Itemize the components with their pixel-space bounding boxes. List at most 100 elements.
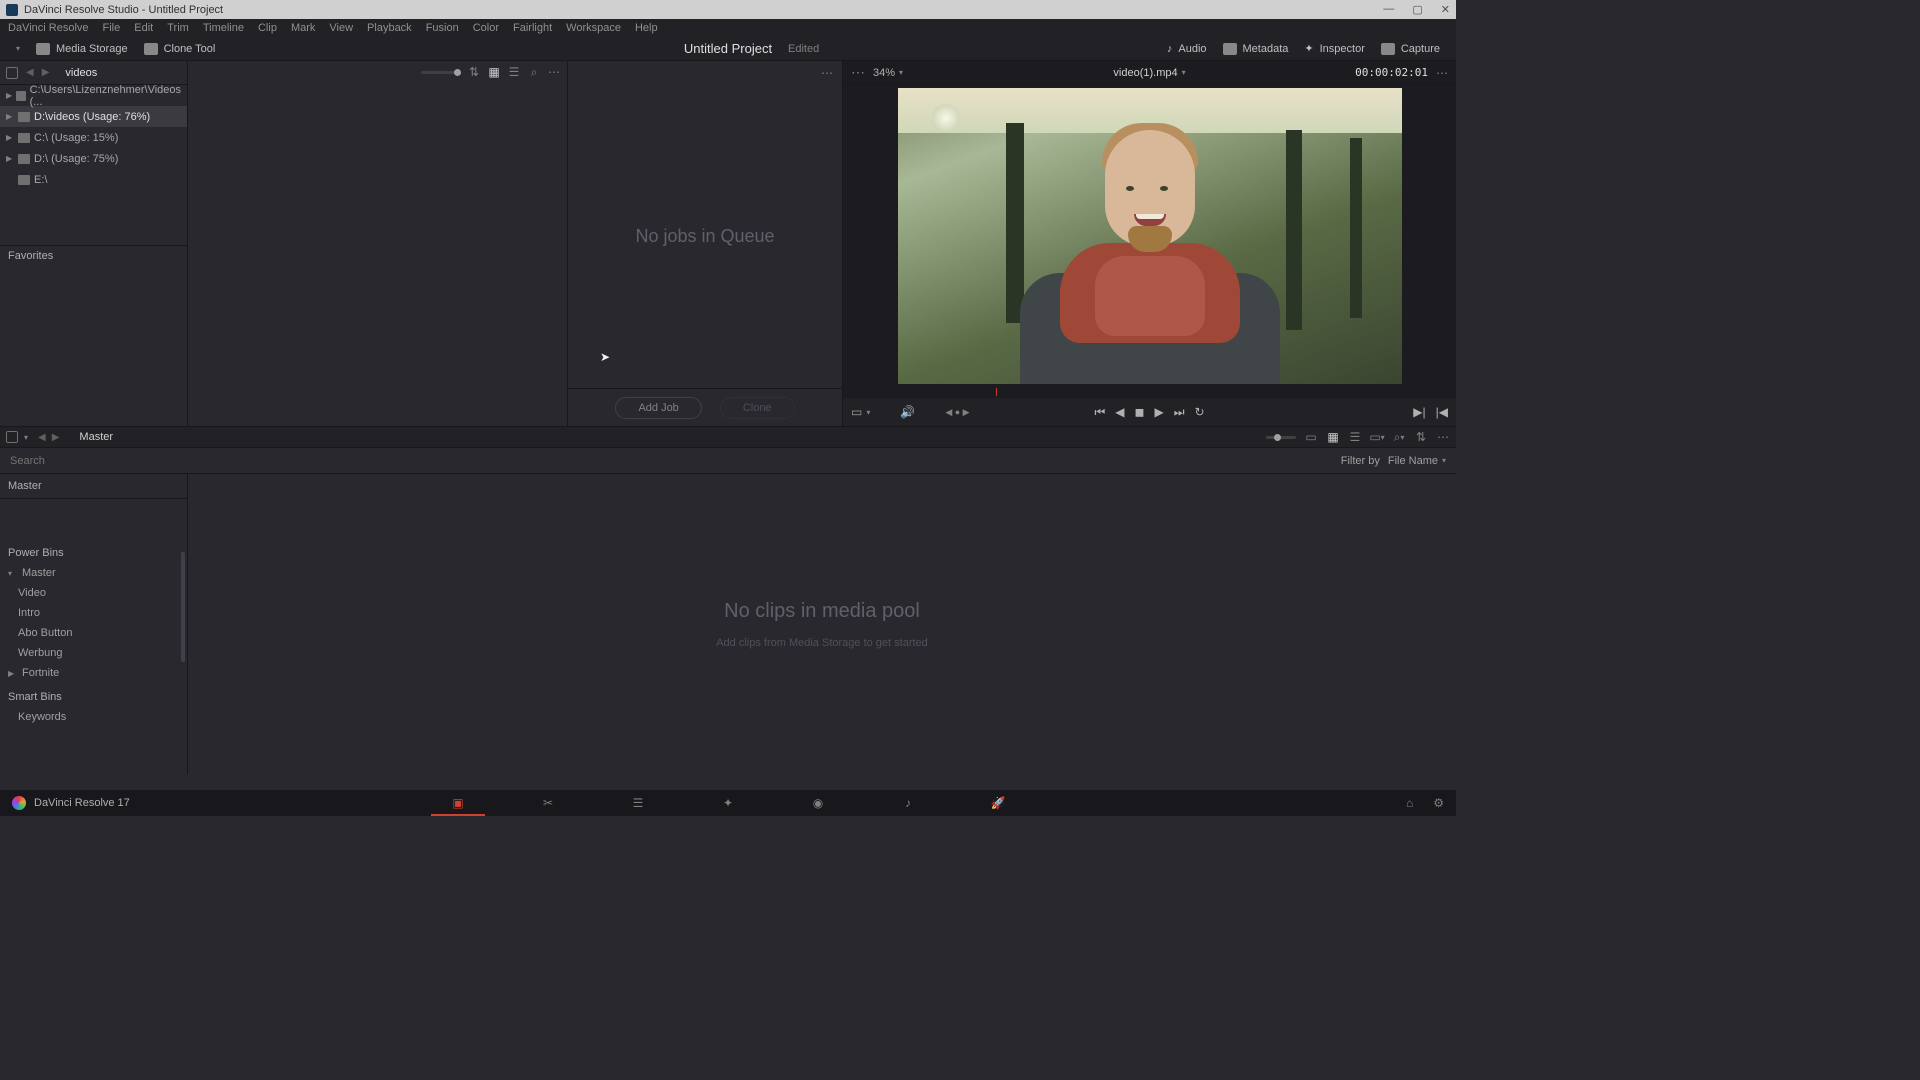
bin-row[interactable]: ▶Fortnite: [0, 663, 187, 683]
jog-control[interactable]: ◀ ● ▶: [945, 407, 969, 418]
capture-icon: [1381, 43, 1395, 55]
scrollbar[interactable]: [181, 552, 185, 662]
menu-timeline[interactable]: Timeline: [203, 22, 244, 34]
metadata-panel-button[interactable]: Metadata: [1215, 40, 1297, 57]
menu-edit[interactable]: Edit: [134, 22, 153, 34]
sort-icon[interactable]: ⇅: [467, 65, 481, 79]
mark-out-button[interactable]: |◀: [1436, 405, 1448, 419]
maximize-button[interactable]: ▢: [1412, 3, 1422, 16]
pool-search-icon[interactable]: ⌕▾: [1392, 430, 1406, 444]
pool-aspect-icon[interactable]: ▭▾: [1370, 430, 1384, 444]
bin-row[interactable]: Abo Button: [0, 623, 187, 643]
zoom-dropdown[interactable]: 34%▾: [873, 67, 903, 79]
pool-breadcrumb[interactable]: Master: [79, 431, 113, 443]
fusion-page-button[interactable]: ✦: [719, 795, 737, 811]
fairlight-page-button[interactable]: ♪: [899, 795, 917, 811]
prev-frame-button[interactable]: ◀: [1115, 405, 1124, 419]
pool-dropdown-icon[interactable]: ▾: [24, 433, 28, 442]
panel-toggle-icon[interactable]: [6, 67, 18, 79]
list-view-icon[interactable]: ☰: [507, 65, 521, 79]
menu-trim[interactable]: Trim: [167, 22, 189, 34]
clone-tool-button[interactable]: Clone Tool: [136, 41, 224, 57]
storage-item[interactable]: ▶C:\Users\Lizenznehmer\Videos (...: [0, 85, 187, 106]
minimize-button[interactable]: —: [1383, 3, 1394, 16]
volume-icon[interactable]: 🔊: [900, 405, 915, 419]
capture-panel-button[interactable]: Capture: [1373, 40, 1448, 57]
close-button[interactable]: ✕: [1441, 3, 1450, 16]
timecode-display[interactable]: 00:00:02:01: [1355, 66, 1428, 79]
edit-page-button[interactable]: ☰: [629, 795, 647, 811]
pool-search-input[interactable]: [10, 455, 1341, 467]
storage-item[interactable]: E:\: [0, 169, 187, 190]
filter-dropdown[interactable]: File Name▾: [1388, 455, 1446, 467]
pool-strip-view-icon[interactable]: ▭: [1304, 430, 1318, 444]
viewer-options-icon[interactable]: ⋯: [851, 64, 865, 81]
bin-row[interactable]: Werbung: [0, 643, 187, 663]
bin-row[interactable]: Intro: [0, 603, 187, 623]
home-button[interactable]: ⌂: [1406, 796, 1413, 810]
menu-davinci[interactable]: DaVinci Resolve: [8, 22, 89, 34]
pool-sort-icon[interactable]: ⇅: [1414, 430, 1428, 444]
clone-tool-panel: ⋯ No jobs in Queue Add Job Clone: [568, 61, 843, 426]
menu-help[interactable]: Help: [635, 22, 658, 34]
pool-back-button[interactable]: ◀: [38, 432, 46, 443]
project-settings-button[interactable]: ⚙: [1433, 796, 1444, 810]
playhead-icon[interactable]: [996, 388, 997, 396]
pool-panel-toggle[interactable]: [6, 431, 18, 443]
add-job-button[interactable]: Add Job: [615, 397, 701, 419]
pool-options-icon[interactable]: ⋯: [1436, 430, 1450, 444]
search-icon[interactable]: ⌕: [527, 65, 541, 79]
master-bin[interactable]: Master: [0, 474, 187, 499]
deliver-page-button[interactable]: 🚀: [989, 795, 1007, 811]
scrub-bar[interactable]: [843, 386, 1456, 398]
more-options-icon[interactable]: ⋯: [547, 65, 561, 79]
bin-row[interactable]: Video: [0, 583, 187, 603]
nav-forward-button[interactable]: ▶: [42, 67, 50, 78]
viewer-filename[interactable]: video(1).mp4▾: [1113, 67, 1185, 79]
menu-fusion[interactable]: Fusion: [426, 22, 459, 34]
menu-playback[interactable]: Playback: [367, 22, 412, 34]
color-page-button[interactable]: ◉: [809, 795, 827, 811]
menu-color[interactable]: Color: [473, 22, 499, 34]
storage-item[interactable]: ▶D:\videos (Usage: 76%): [0, 106, 187, 127]
menu-clip[interactable]: Clip: [258, 22, 277, 34]
pool-list-view-icon[interactable]: ☰: [1348, 430, 1362, 444]
stop-button[interactable]: ◼: [1134, 405, 1144, 419]
next-frame-button[interactable]: ⏭: [1174, 405, 1185, 420]
video-canvas[interactable]: [843, 85, 1456, 386]
clone-button[interactable]: Clone: [720, 397, 795, 419]
media-page-button[interactable]: ▣: [449, 795, 467, 811]
inspector-panel-button[interactable]: ✦Inspector: [1296, 40, 1372, 57]
loop-button[interactable]: ↻: [1195, 405, 1205, 419]
cut-page-button[interactable]: ✂: [539, 795, 557, 811]
match-frame-button[interactable]: ▭▾: [851, 405, 870, 419]
storage-item[interactable]: ▶C:\ (Usage: 15%): [0, 127, 187, 148]
nav-back-button[interactable]: ◀: [26, 67, 34, 78]
pool-thumb-slider[interactable]: [1266, 436, 1296, 439]
thumbnail-size-slider[interactable]: [421, 71, 461, 74]
grid-view-icon[interactable]: ▦: [487, 65, 501, 79]
pool-search-bar: Filter by File Name▾: [0, 448, 1456, 474]
menu-fairlight[interactable]: Fairlight: [513, 22, 552, 34]
play-button[interactable]: ▶: [1154, 405, 1163, 419]
pool-forward-button[interactable]: ▶: [52, 432, 60, 443]
menu-workspace[interactable]: Workspace: [566, 22, 621, 34]
clone-options-icon[interactable]: ⋯: [820, 66, 834, 80]
bin-row[interactable]: ▾Master: [0, 563, 187, 583]
page-navigation: DaVinci Resolve 17 ▣ ✂ ☰ ✦ ◉ ♪ 🚀 ⌂ ⚙: [0, 790, 1456, 816]
storage-item[interactable]: ▶D:\ (Usage: 75%): [0, 148, 187, 169]
transport-controls: ▭▾ 🔊 ◀ ● ▶ ⏮ ◀ ◼ ▶ ⏭ ↻ ▶| |◀: [843, 398, 1456, 426]
dropdown-toggle[interactable]: ▾: [8, 42, 28, 55]
pool-grid-view-icon[interactable]: ▦: [1326, 430, 1340, 444]
menu-view[interactable]: View: [329, 22, 353, 34]
drive-icon: [18, 154, 30, 164]
menu-mark[interactable]: Mark: [291, 22, 315, 34]
media-storage-button[interactable]: Media Storage: [28, 41, 136, 57]
viewer-menu-icon[interactable]: ⋯: [1436, 66, 1448, 80]
first-frame-button[interactable]: ⏮: [1094, 405, 1105, 420]
media-pool-area[interactable]: No clips in media pool Add clips from Me…: [188, 474, 1456, 774]
bin-row[interactable]: Keywords: [0, 707, 187, 727]
menu-file[interactable]: File: [103, 22, 121, 34]
audio-panel-button[interactable]: ♪Audio: [1159, 40, 1215, 57]
mark-in-button[interactable]: ▶|: [1413, 405, 1425, 419]
